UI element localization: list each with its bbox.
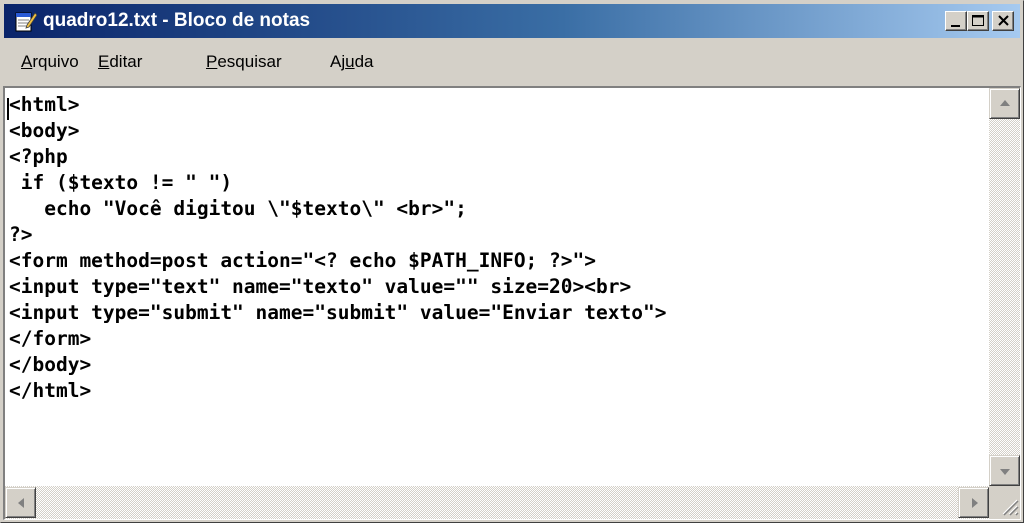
scroll-down-button[interactable] bbox=[989, 455, 1020, 486]
menu-pesquisar-accel: P bbox=[206, 52, 218, 71]
menu-arquivo-rest: rquivo bbox=[32, 52, 79, 71]
code-line: <html> bbox=[9, 93, 80, 116]
menu-bar: Arquivo Editar Pesquisar Ajuda bbox=[4, 41, 1020, 81]
code-line: <body> bbox=[9, 119, 80, 142]
size-grip[interactable] bbox=[989, 486, 1020, 519]
code-line: </body> bbox=[9, 353, 92, 376]
window-title: quadro12.txt - Bloco de notas bbox=[43, 10, 311, 31]
code-line: </html> bbox=[9, 379, 92, 402]
code-line: <form method=post action="<? echo $PATH_… bbox=[9, 249, 596, 272]
editor-frame: <html> <body> <?php if ($texto != " ") e… bbox=[3, 86, 1021, 520]
code-line: if ($texto != " ") bbox=[9, 171, 233, 194]
text-editor[interactable]: <html> <body> <?php if ($texto != " ") e… bbox=[5, 88, 989, 486]
menu-editar-rest: ditar bbox=[109, 52, 143, 71]
menu-ajuda-pre: Aj bbox=[330, 52, 346, 71]
title-bar[interactable]: quadro12.txt - Bloco de notas bbox=[4, 4, 1020, 38]
menu-ajuda[interactable]: Ajuda bbox=[330, 51, 374, 73]
code-line: <?php bbox=[9, 145, 68, 168]
scroll-right-button[interactable] bbox=[958, 487, 989, 518]
scroll-up-button[interactable] bbox=[989, 88, 1020, 119]
code-line: </form> bbox=[9, 327, 92, 350]
maximize-button[interactable] bbox=[967, 11, 989, 31]
minimize-button[interactable] bbox=[945, 11, 967, 31]
vertical-scrollbar[interactable] bbox=[989, 88, 1020, 486]
close-button[interactable] bbox=[992, 11, 1014, 31]
code-line: ?> bbox=[9, 223, 33, 246]
code-line: <input type="submit" name="submit" value… bbox=[9, 301, 667, 324]
notepad-window: quadro12.txt - Bloco de notas Arquivo Ed… bbox=[0, 0, 1024, 523]
menu-ajuda-rest: da bbox=[354, 52, 374, 71]
horizontal-scrollbar[interactable] bbox=[5, 486, 989, 519]
menu-arquivo-accel: A bbox=[21, 52, 33, 71]
menu-editar[interactable]: Editar bbox=[98, 51, 142, 73]
menu-ajuda-accel: u bbox=[345, 52, 355, 71]
menu-editar-accel: E bbox=[98, 52, 110, 71]
notepad-icon[interactable] bbox=[13, 9, 38, 33]
menu-pesquisar[interactable]: Pesquisar bbox=[206, 51, 282, 73]
scroll-left-button[interactable] bbox=[5, 487, 36, 518]
code-line: <input type="text" name="texto" value=""… bbox=[9, 275, 632, 298]
menu-pesquisar-rest: esquisar bbox=[217, 52, 282, 71]
code-line: echo "Você digitou \"$texto\" <br>"; bbox=[9, 197, 467, 220]
menu-arquivo[interactable]: Arquivo bbox=[21, 51, 79, 73]
